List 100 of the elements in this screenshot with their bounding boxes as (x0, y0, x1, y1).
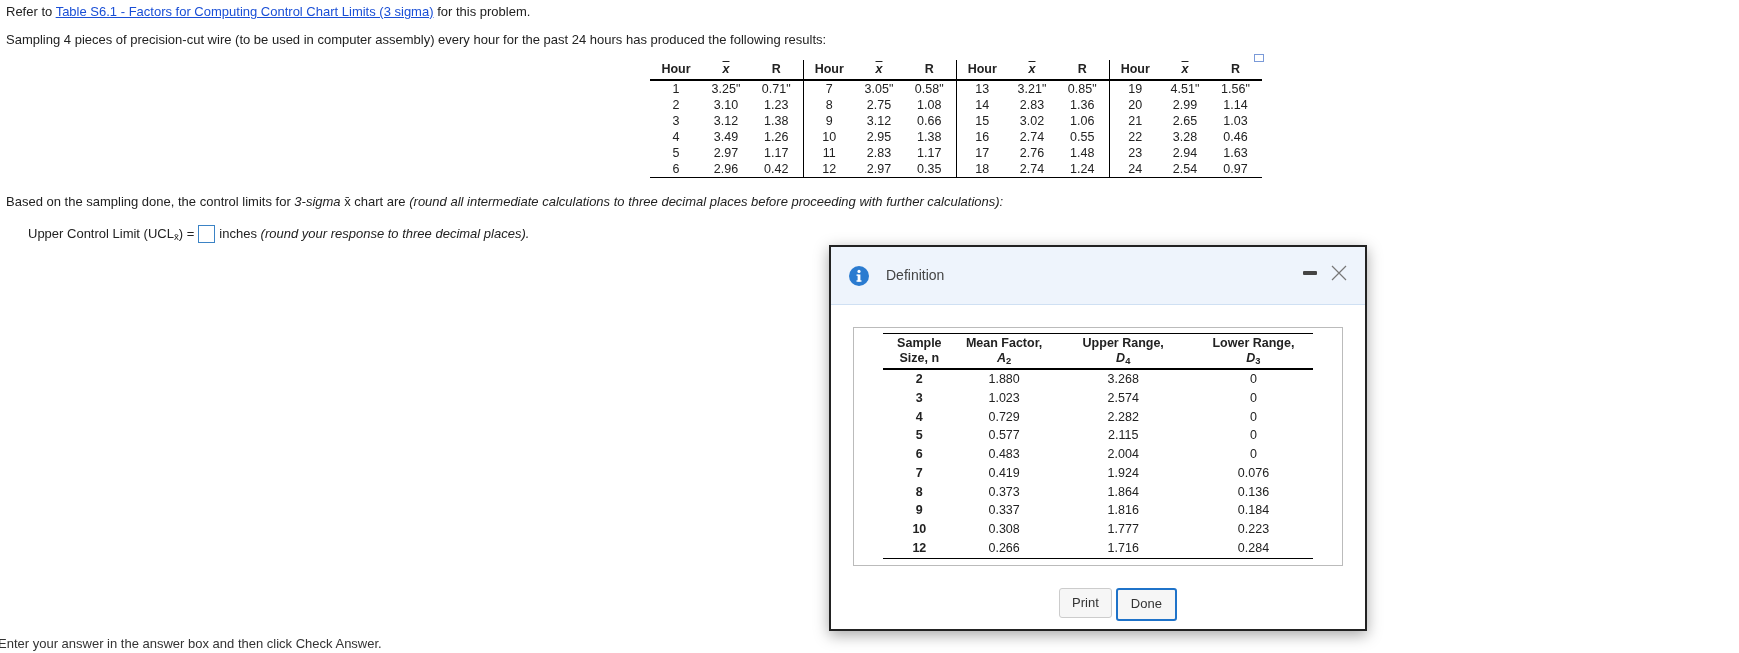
table-cell: 1.880 (955, 369, 1053, 389)
column-header: Upper Range, D$_{4}$ (1052, 333, 1194, 369)
table-link[interactable]: Table S6.1 - Factors for Computing Control Chart Limits (3 sigma) (55, 4, 434, 19)
table-cell: 0.66 (903, 113, 956, 129)
answer-label: Upper Control Limit (UCL$_{x̄}$) = (28, 225, 195, 244)
table-cell-text: 2.574 (1106, 389, 1140, 407)
answer-field[interactable] (198, 224, 216, 243)
table-cell: 8 (803, 97, 855, 113)
table-cell: 13 (956, 80, 1008, 97)
dialog-button[interactable]: Done (1115, 587, 1177, 621)
table-cell-text: 2 (671, 97, 681, 113)
table-cell-text: 0.136 (1236, 483, 1271, 501)
table-cell-text: 0.337 (987, 502, 1021, 520)
column-header: R (1056, 60, 1109, 80)
minimize-icon[interactable] (1303, 270, 1317, 275)
table-cell: 16 (956, 129, 1008, 145)
column-header: x (1008, 60, 1056, 80)
table-cell-text: 2.65 (1171, 113, 1199, 129)
table-cell: 1.38 (750, 113, 803, 129)
dialog-title: Definition (886, 266, 945, 285)
table-cell: 12 (883, 538, 956, 558)
table-cell-text: 1.864 (1106, 483, 1140, 501)
table-cell-text: 4 (671, 129, 681, 145)
column-header: Lower Range, D$_{3}$ (1193, 333, 1313, 369)
table-cell-text: 2.282 (1106, 408, 1140, 426)
column-header: Hour (956, 60, 1008, 80)
table-cell-text: 1.023 (987, 389, 1021, 407)
question-text: Based on the sampling done, the control limits for 3-sigma x̄ chart are (round all intermediate calculations to three decimal places before proceeding with further calculations): (6, 194, 1005, 210)
table-cell-text: 2.94 (1171, 145, 1199, 161)
table-cell-text: 2.76 (1018, 145, 1046, 161)
table-cell-text: 0 (1248, 446, 1258, 463)
table-cell-text: 3 (914, 389, 924, 407)
table-cell: 1 (650, 80, 702, 97)
table-cell: 0.58" (903, 80, 956, 97)
table-cell: 10 (803, 129, 855, 145)
table-cell: 3.268 (1052, 369, 1194, 389)
info-icon (849, 265, 869, 286)
column-header: Mean Factor, A$_{2}$ (955, 333, 1053, 369)
table-cell-text: 1.03 (1222, 113, 1249, 129)
column-header: x (1161, 60, 1209, 80)
table-cell-text: 0 (1248, 408, 1258, 426)
table-cell-text: 7 (914, 464, 924, 482)
table-cell: 1.38 (903, 129, 956, 145)
table-cell-text: 6 (914, 446, 924, 463)
table-cell-text: 9 (914, 502, 924, 520)
table-cell-text: 2.83 (1018, 97, 1046, 113)
table-cell: 0.42 (750, 161, 803, 178)
answer-hint: inches (round your response to three decimal places). (219, 225, 530, 243)
table-cell: 22 (1109, 129, 1161, 145)
table-cell-text: 1.816 (1106, 502, 1140, 520)
table-cell-text: 2.004 (1106, 446, 1140, 463)
table-cell: 20 (1109, 97, 1161, 113)
table-cell-text: 2.115 (1107, 427, 1140, 445)
dialog-button[interactable]: Print (1059, 587, 1112, 618)
column-header: R (903, 60, 956, 80)
table-cell-text: 3.02 (1018, 113, 1046, 129)
table-cell-text: 3.12 (865, 113, 893, 129)
table-cell-text: 1.63 (1222, 145, 1249, 161)
table-cell-text: 1.14 (1222, 97, 1249, 113)
table-cell-text: 0.373 (987, 483, 1021, 501)
table-cell: 0.71" (750, 80, 803, 97)
table-cell-text: 0.184 (1236, 502, 1271, 520)
table-cell: 1.08 (903, 97, 956, 113)
table-cell-text: 0.577 (987, 427, 1021, 445)
column-header: R (1209, 60, 1262, 80)
column-header: R (750, 60, 803, 80)
column-header: x (702, 60, 750, 80)
table-cell-text: 3.49 (712, 129, 740, 145)
table-cell: 0.97 (1209, 161, 1262, 178)
table-cell-text: 0.223 (1236, 521, 1271, 538)
close-icon[interactable] (1331, 264, 1347, 281)
table-cell: 0.266 (955, 538, 1053, 558)
column-header: Hour (803, 60, 855, 80)
table-cell-text: 8 (914, 483, 924, 501)
table-cell: 2.74 (1008, 161, 1056, 178)
table-cell: 12 (803, 161, 855, 178)
table-cell: 2.96 (702, 161, 750, 178)
table-cell: 1.716 (1052, 538, 1194, 558)
table-cell: 1.17 (903, 145, 956, 161)
table-cell: 23 (1109, 145, 1161, 161)
table-cell-text: 1.924 (1106, 464, 1140, 482)
table-cell: 3.05" (855, 80, 903, 97)
table-cell-text: 0.46 (1222, 129, 1249, 145)
table-cell-text: 1.777 (1106, 521, 1140, 538)
table-cell-text: 3.28 (1171, 129, 1199, 145)
table-cell-text: 0 (1248, 427, 1258, 445)
table-cell: 11 (803, 145, 855, 161)
table-cell-text: 2.99 (1171, 97, 1199, 113)
table-cell: 0.55 (1056, 129, 1109, 145)
table-cell: 18 (956, 161, 1008, 178)
intro-text: Sampling 4 pieces of precision-cut wire (to be used in computer assembly) every hour for the past 24 hours has produced the following results: (6, 32, 828, 48)
table-cell: 2 (883, 369, 956, 389)
table-cell-text: 2.75 (865, 97, 893, 113)
expand-icon[interactable] (1254, 54, 1264, 62)
table-cell: 0.85" (1056, 80, 1109, 97)
table-cell: 1.17 (750, 145, 803, 161)
table-cell: 19 (1109, 80, 1161, 97)
table-cell: 7 (803, 80, 855, 97)
table-cell-text: 0.076 (1236, 464, 1271, 482)
table-cell-text: 0 (1248, 389, 1258, 407)
